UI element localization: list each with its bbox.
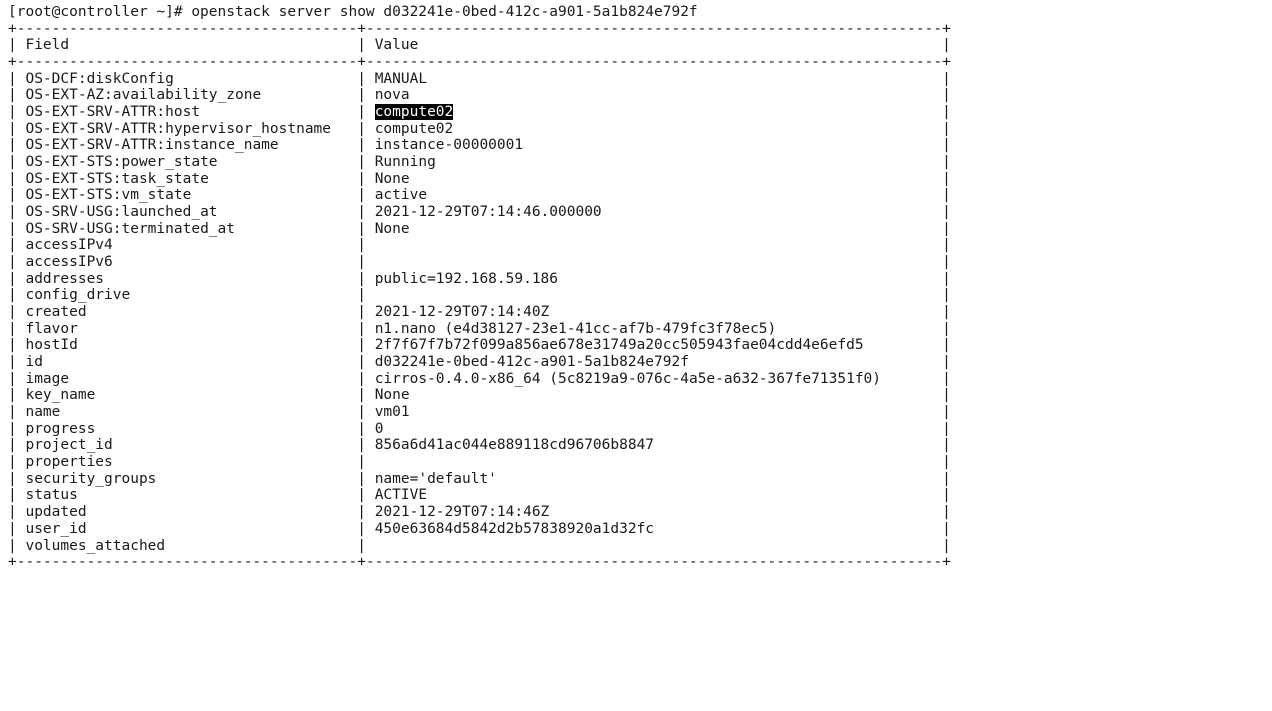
field-cell: config_drive bbox=[25, 287, 348, 303]
value-cell: None bbox=[375, 221, 934, 237]
value-cell: 2f7f67f7b72f099a856ae678e31749a20cc50594… bbox=[375, 337, 934, 353]
table-row: | image | cirros-0.4.0-x86_64 (5c8219a9-… bbox=[8, 371, 951, 387]
value-cell: 450e63684d5842d2b57838920a1d32fc bbox=[375, 521, 934, 537]
value-cell: ACTIVE bbox=[375, 487, 934, 503]
table-row: | OS-EXT-SRV-ATTR:instance_name | instan… bbox=[8, 137, 951, 153]
field-cell: image bbox=[25, 371, 348, 387]
field-cell: OS-EXT-STS:vm_state bbox=[25, 187, 348, 203]
value-cell: compute02 bbox=[375, 104, 934, 120]
field-cell: OS-SRV-USG:launched_at bbox=[25, 204, 348, 220]
value-cell: 0 bbox=[375, 421, 934, 437]
column-header-field: Field bbox=[25, 37, 348, 53]
table-row: | key_name | None | bbox=[8, 387, 951, 403]
value-cell: None bbox=[375, 387, 934, 403]
field-cell: name bbox=[25, 404, 348, 420]
field-cell: project_id bbox=[25, 437, 348, 453]
value-cell: d032241e-0bed-412c-a901-5a1b824e792f bbox=[375, 354, 934, 370]
field-cell: security_groups bbox=[25, 471, 348, 487]
table-row: | properties | | bbox=[8, 454, 951, 470]
field-cell: OS-SRV-USG:terminated_at bbox=[25, 221, 348, 237]
value-cell: instance-00000001 bbox=[375, 137, 934, 153]
value-cell: 856a6d41ac044e889118cd96706b8847 bbox=[375, 437, 934, 453]
field-cell: accessIPv6 bbox=[25, 254, 348, 270]
terminal-output: [root@controller ~]# openstack server sh… bbox=[0, 0, 1272, 575]
table-border: +---------------------------------------… bbox=[8, 554, 951, 570]
value-cell: n1.nano (e4d38127-23e1-41cc-af7b-479fc3f… bbox=[375, 321, 934, 337]
table-row: | OS-SRV-USG:terminated_at | None | bbox=[8, 221, 951, 237]
table-row: | config_drive | | bbox=[8, 287, 951, 303]
table-row: | OS-EXT-STS:vm_state | active | bbox=[8, 187, 951, 203]
table-row: | updated | 2021-12-29T07:14:46Z | bbox=[8, 504, 951, 520]
value-cell: MANUAL bbox=[375, 71, 934, 87]
shell-command[interactable]: openstack server show d032241e-0bed-412c… bbox=[191, 4, 697, 20]
table-row: | accessIPv4 | | bbox=[8, 237, 951, 253]
value-cell: active bbox=[375, 187, 934, 203]
value-cell bbox=[375, 538, 934, 554]
table-header-row: | Field | Value | bbox=[8, 37, 951, 53]
table-row: | id | d032241e-0bed-412c-a901-5a1b824e7… bbox=[8, 354, 951, 370]
field-cell: OS-EXT-AZ:availability_zone bbox=[25, 87, 348, 103]
shell-prompt: [root@controller ~]# bbox=[8, 4, 191, 20]
value-cell: public=192.168.59.186 bbox=[375, 271, 934, 287]
table-row: | created | 2021-12-29T07:14:40Z | bbox=[8, 304, 951, 320]
field-cell: progress bbox=[25, 421, 348, 437]
table-row: | hostId | 2f7f67f7b72f099a856ae678e3174… bbox=[8, 337, 951, 353]
table-row: | status | ACTIVE | bbox=[8, 487, 951, 503]
field-cell: accessIPv4 bbox=[25, 237, 348, 253]
table-row: | progress | 0 | bbox=[8, 421, 951, 437]
value-cell: name='default' bbox=[375, 471, 934, 487]
value-cell: Running bbox=[375, 154, 934, 170]
table-row: | OS-EXT-STS:power_state | Running | bbox=[8, 154, 951, 170]
field-cell: OS-DCF:diskConfig bbox=[25, 71, 348, 87]
field-cell: addresses bbox=[25, 271, 348, 287]
table-row: | OS-EXT-STS:task_state | None | bbox=[8, 171, 951, 187]
value-cell bbox=[375, 454, 934, 470]
field-cell: key_name bbox=[25, 387, 348, 403]
value-cell: 2021-12-29T07:14:46.000000 bbox=[375, 204, 934, 220]
table-row: | OS-DCF:diskConfig | MANUAL | bbox=[8, 71, 951, 87]
value-cell: 2021-12-29T07:14:40Z bbox=[375, 304, 934, 320]
table-row: | name | vm01 | bbox=[8, 404, 951, 420]
table-row: | volumes_attached | | bbox=[8, 538, 951, 554]
field-cell: created bbox=[25, 304, 348, 320]
table-row: | OS-EXT-AZ:availability_zone | nova | bbox=[8, 87, 951, 103]
table-row: | flavor | n1.nano (e4d38127-23e1-41cc-a… bbox=[8, 321, 951, 337]
table-row: | project_id | 856a6d41ac044e889118cd967… bbox=[8, 437, 951, 453]
value-cell: None bbox=[375, 171, 934, 187]
field-cell: OS-EXT-SRV-ATTR:host bbox=[25, 104, 348, 120]
highlighted-value: compute02 bbox=[375, 104, 454, 120]
field-cell: hostId bbox=[25, 337, 348, 353]
field-cell: properties bbox=[25, 454, 348, 470]
value-cell: vm01 bbox=[375, 404, 934, 420]
field-cell: OS-EXT-SRV-ATTR:hypervisor_hostname bbox=[25, 121, 348, 137]
table-row: | addresses | public=192.168.59.186 | bbox=[8, 271, 951, 287]
table-row: | accessIPv6 | | bbox=[8, 254, 951, 270]
table-row: | security_groups | name='default' | bbox=[8, 471, 951, 487]
field-cell: status bbox=[25, 487, 348, 503]
column-header-value: Value bbox=[375, 37, 934, 53]
field-cell: OS-EXT-STS:task_state bbox=[25, 171, 348, 187]
field-cell: flavor bbox=[25, 321, 348, 337]
value-cell bbox=[375, 287, 934, 303]
table-row: | user_id | 450e63684d5842d2b57838920a1d… bbox=[8, 521, 951, 537]
table-row: | OS-EXT-SRV-ATTR:host | compute02 | bbox=[8, 104, 951, 120]
field-cell: id bbox=[25, 354, 348, 370]
value-cell: compute02 bbox=[375, 121, 934, 137]
table-border: +---------------------------------------… bbox=[8, 21, 951, 37]
field-cell: volumes_attached bbox=[25, 538, 348, 554]
value-cell bbox=[375, 237, 934, 253]
table-row: | OS-EXT-SRV-ATTR:hypervisor_hostname | … bbox=[8, 121, 951, 137]
field-cell: OS-EXT-SRV-ATTR:instance_name bbox=[25, 137, 348, 153]
value-cell: 2021-12-29T07:14:46Z bbox=[375, 504, 934, 520]
field-cell: OS-EXT-STS:power_state bbox=[25, 154, 348, 170]
value-cell: cirros-0.4.0-x86_64 (5c8219a9-076c-4a5e-… bbox=[375, 371, 934, 387]
value-cell bbox=[375, 254, 934, 270]
table-row: | OS-SRV-USG:launched_at | 2021-12-29T07… bbox=[8, 204, 951, 220]
table-border: +---------------------------------------… bbox=[8, 54, 951, 70]
value-cell: nova bbox=[375, 87, 934, 103]
field-cell: user_id bbox=[25, 521, 348, 537]
field-cell: updated bbox=[25, 504, 348, 520]
